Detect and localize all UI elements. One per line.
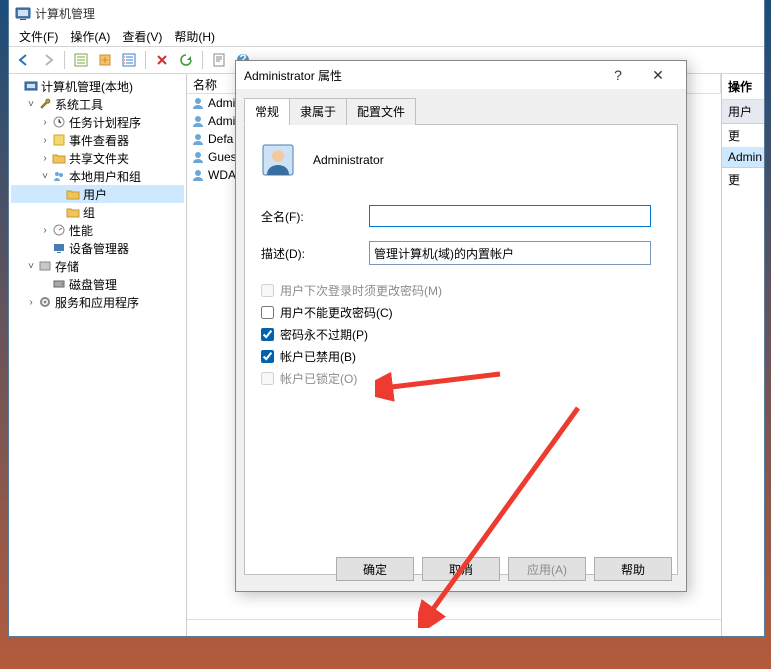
- dialog-titlebar[interactable]: Administrator 属性 ? ✕: [236, 61, 686, 89]
- delete-button[interactable]: [151, 49, 173, 71]
- tree-node-services[interactable]: ›服务和应用程序: [11, 293, 184, 311]
- menu-view[interactable]: 查看(V): [116, 26, 168, 46]
- actions-tab-user[interactable]: 用户: [722, 100, 764, 124]
- tree-node-tasksched[interactable]: ›任务计划程序: [11, 113, 184, 131]
- tree-node-sharedfolders[interactable]: ›共享文件夹: [11, 149, 184, 167]
- user-icon: [191, 168, 205, 182]
- tree-node-systools[interactable]: ˅系统工具: [11, 95, 184, 113]
- checkbox-input[interactable]: [261, 328, 274, 341]
- user-icon: [191, 132, 205, 146]
- refresh-button[interactable]: [175, 49, 197, 71]
- computer-icon: [23, 78, 39, 94]
- tree-node-root[interactable]: 计算机管理(本地): [11, 77, 184, 95]
- wrench-icon: [37, 96, 53, 112]
- dialog-title: Administrator 属性: [244, 67, 342, 84]
- clock-icon: [51, 114, 67, 130]
- checkbox-input[interactable]: [261, 306, 274, 319]
- tree-node-storage[interactable]: ˅存储: [11, 257, 184, 275]
- tab-profile[interactable]: 配置文件: [346, 98, 416, 125]
- folder-icon: [65, 186, 81, 202]
- apply-button[interactable]: 应用(A): [508, 557, 586, 581]
- tree-node-diskmgr[interactable]: 磁盘管理: [11, 275, 184, 293]
- fullname-field[interactable]: [369, 205, 651, 227]
- menu-help[interactable]: 帮助(H): [168, 26, 221, 46]
- menu-action[interactable]: 操作(A): [64, 26, 116, 46]
- user-icon: [191, 150, 205, 164]
- ok-button[interactable]: 确定: [336, 557, 414, 581]
- dialog-close-button[interactable]: ✕: [638, 64, 678, 86]
- app-icon: [15, 5, 31, 21]
- tab-panel-general: Administrator 全名(F): 描述(D): 用户下次登录时须更改密码…: [244, 125, 678, 575]
- help-button[interactable]: 帮助: [594, 557, 672, 581]
- export-button[interactable]: [94, 49, 116, 71]
- checkbox-input: [261, 284, 274, 297]
- tab-memberof[interactable]: 隶属于: [289, 98, 347, 125]
- dialog-button-row: 确定 取消 应用(A) 帮助: [336, 557, 672, 581]
- users-icon: [51, 168, 67, 184]
- actions-header: 操作: [722, 74, 764, 100]
- event-icon: [51, 132, 67, 148]
- menubar: 文件(F) 操作(A) 查看(V) 帮助(H): [9, 26, 764, 46]
- actions-tab-admin[interactable]: Admin: [722, 147, 764, 168]
- tree-node-localusers[interactable]: ˅本地用户和组: [11, 167, 184, 185]
- properties-dialog: Administrator 属性 ? ✕ 常规 隶属于 配置文件 Adminis…: [235, 60, 687, 592]
- window-title: 计算机管理: [35, 5, 95, 22]
- tree-node-eventviewer[interactable]: ›事件查看器: [11, 131, 184, 149]
- tree-node-groups[interactable]: 组: [11, 203, 184, 221]
- storage-icon: [37, 258, 53, 274]
- dialog-help-button[interactable]: ?: [598, 64, 638, 86]
- actions-more[interactable]: 更: [722, 124, 764, 147]
- user-icon: [191, 96, 205, 110]
- checkbox-never-expire[interactable]: 密码永不过期(P): [261, 323, 661, 345]
- checkbox-account-disabled[interactable]: 帐户已禁用(B): [261, 345, 661, 367]
- device-icon: [51, 240, 67, 256]
- window-titlebar[interactable]: 计算机管理: [9, 0, 764, 26]
- checkbox-cannot-change[interactable]: 用户不能更改密码(C): [261, 301, 661, 323]
- tree-node-users[interactable]: 用户: [11, 185, 184, 203]
- checkbox-input[interactable]: [261, 350, 274, 363]
- properties-button[interactable]: [70, 49, 92, 71]
- user-avatar-icon: [261, 143, 295, 177]
- checkbox-change-next-login: 用户下次登录时须更改密码(M): [261, 279, 661, 301]
- description-field[interactable]: [369, 241, 651, 265]
- disk-icon: [51, 276, 67, 292]
- tab-general[interactable]: 常规: [244, 98, 290, 125]
- label-fullname: 全名(F):: [261, 208, 369, 225]
- dialog-username: Administrator: [313, 153, 384, 167]
- tree-pane[interactable]: 计算机管理(本地) ˅系统工具 ›任务计划程序 ›事件查看器 ›共享文件夹 ˅本…: [9, 74, 187, 636]
- dialog-tabs: 常规 隶属于 配置文件: [244, 97, 678, 125]
- tree-node-devmgr[interactable]: 设备管理器: [11, 239, 184, 257]
- tree-node-perf[interactable]: ›性能: [11, 221, 184, 239]
- perf-icon: [51, 222, 67, 238]
- gear-icon: [37, 294, 53, 310]
- actions-more[interactable]: 更: [722, 168, 764, 191]
- props-button[interactable]: [208, 49, 230, 71]
- cancel-button[interactable]: 取消: [422, 557, 500, 581]
- checkbox-account-locked: 帐户已锁定(O): [261, 367, 661, 389]
- actions-pane: 操作 用户 更 Admin 更: [722, 74, 764, 636]
- label-description: 描述(D):: [261, 245, 369, 262]
- menu-file[interactable]: 文件(F): [13, 26, 64, 46]
- checkbox-input: [261, 372, 274, 385]
- folder-share-icon: [51, 150, 67, 166]
- user-icon: [191, 114, 205, 128]
- folder-icon: [65, 204, 81, 220]
- forward-button[interactable]: [37, 49, 59, 71]
- list-view-button[interactable]: [118, 49, 140, 71]
- back-button[interactable]: [13, 49, 35, 71]
